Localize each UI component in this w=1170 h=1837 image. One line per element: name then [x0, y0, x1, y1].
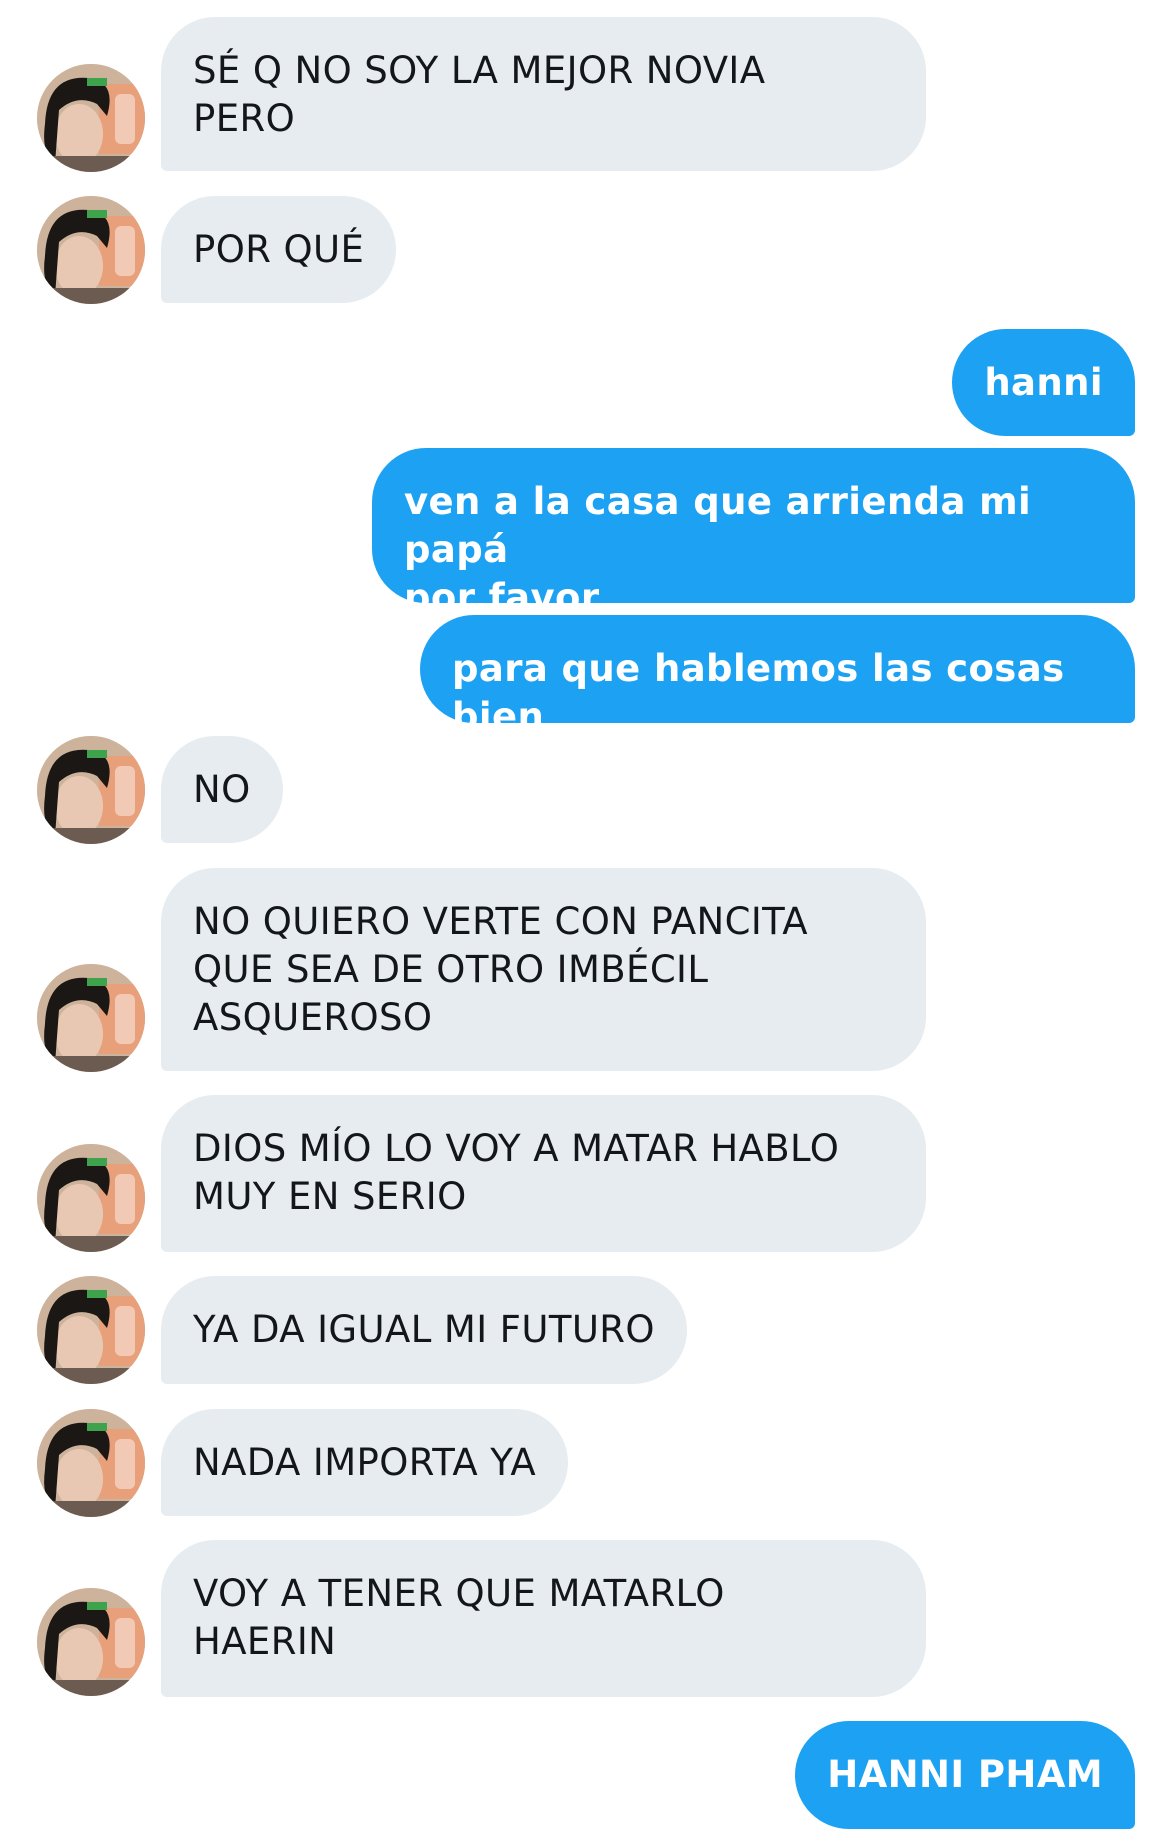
profile-photo-avatar-icon [37, 1588, 145, 1696]
incoming-message-bubble[interactable]: VOY A TENER QUE MATARLO HAERIN [161, 1540, 926, 1697]
incoming-message-bubble[interactable]: YA DA IGUAL MI FUTURO [161, 1276, 687, 1384]
profile-photo-avatar-icon [37, 1276, 145, 1384]
contact-avatar[interactable] [37, 1276, 145, 1384]
profile-photo-avatar-icon [37, 736, 145, 844]
contact-avatar[interactable] [37, 964, 145, 1072]
incoming-message-bubble[interactable]: SÉ Q NO SOY LA MEJOR NOVIA PERO [161, 17, 926, 171]
contact-avatar[interactable] [37, 1144, 145, 1252]
outgoing-message-bubble[interactable]: para que hablemos las cosas bien [420, 615, 1135, 738]
contact-avatar[interactable] [37, 1588, 145, 1696]
outgoing-message-bubble[interactable]: ven a la casa que arrienda mi papá por f… [372, 448, 1135, 619]
incoming-message-bubble[interactable]: NO QUIERO VERTE CON PANCITA QUE SEA DE O… [161, 868, 926, 1071]
incoming-message-bubble[interactable]: DIOS MÍO LO VOY A MATAR HABLO MUY EN SER… [161, 1095, 926, 1252]
profile-photo-avatar-icon [37, 964, 145, 1072]
contact-avatar[interactable] [37, 196, 145, 304]
contact-avatar[interactable] [37, 64, 145, 172]
incoming-message-bubble[interactable]: NO [161, 736, 283, 843]
contact-avatar[interactable] [37, 1409, 145, 1517]
incoming-message-bubble[interactable]: POR QUÉ [161, 196, 397, 303]
incoming-message-bubble[interactable]: NADA IMPORTA YA [161, 1409, 569, 1516]
profile-photo-avatar-icon [37, 1409, 145, 1517]
profile-photo-avatar-icon [37, 1144, 145, 1252]
chat-thread: SÉ Q NO SOY LA MEJOR NOVIA PERO POR QUÉ … [0, 0, 1170, 1837]
contact-avatar[interactable] [37, 736, 145, 844]
outgoing-message-bubble[interactable]: hanni [952, 329, 1135, 436]
profile-photo-avatar-icon [37, 64, 145, 172]
outgoing-message-bubble[interactable]: HANNI PHAM [795, 1721, 1135, 1829]
profile-photo-avatar-icon [37, 196, 145, 304]
